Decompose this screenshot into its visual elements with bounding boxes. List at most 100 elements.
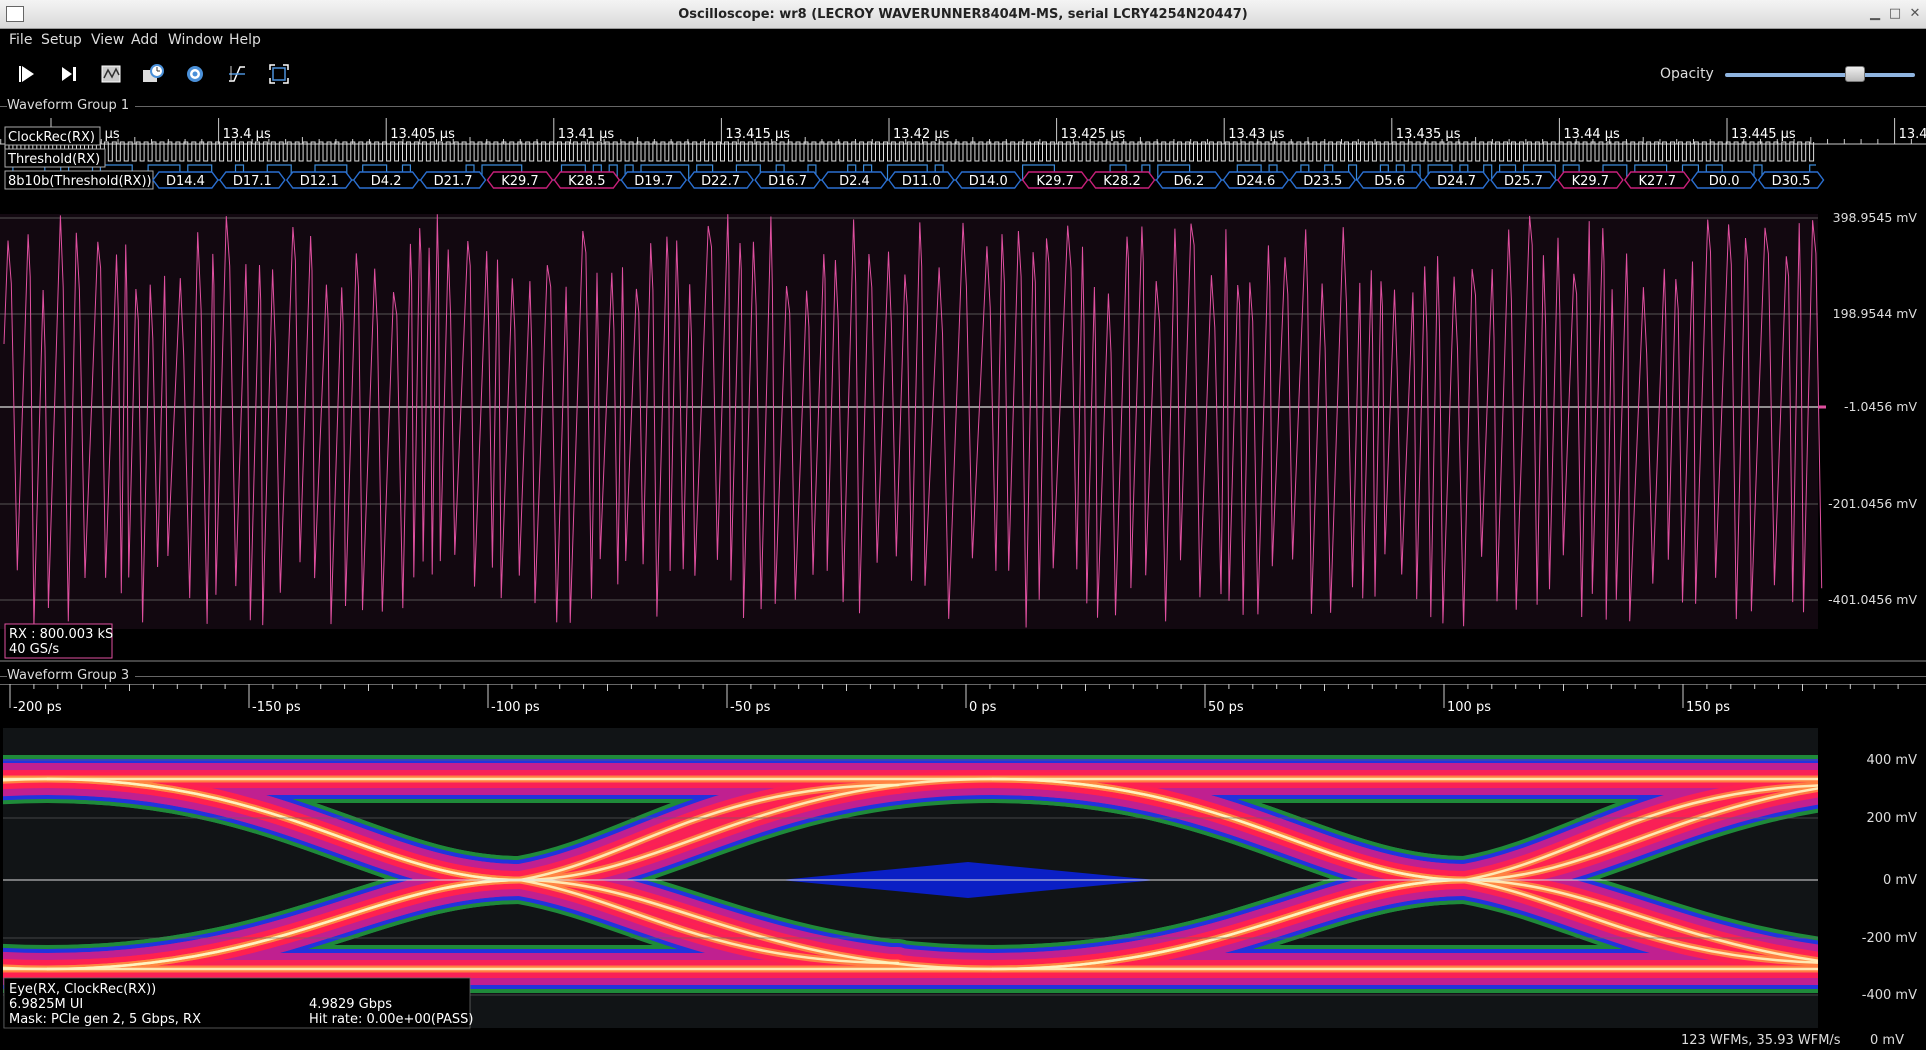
waveform-group-1[interactable]: 13.395 µs13.4 µs13.405 µs13.41 µs13.415 … (0, 114, 1926, 662)
symbol-label: D14.0 (969, 174, 1008, 189)
group3-time-label: -200 ps (13, 700, 62, 715)
group1-time-label: 13.44 µs (1563, 127, 1620, 142)
symbol-label: D21.7 (434, 174, 473, 189)
maximize-icon[interactable]: □ (1886, 5, 1904, 23)
eye-info-title: Eye(RX, ClockRec(RX)) (9, 982, 156, 997)
menu-add[interactable]: Add (131, 32, 158, 48)
group3-y-label: 0 mV (1883, 873, 1917, 888)
eye-mask-name: Mask: PCIe gen 2, 5 Gbps, RX (9, 1012, 201, 1027)
group1-time-label: 13.415 µs (725, 127, 790, 142)
channel-label: 8b10b(Threshold(RX)) (8, 174, 152, 189)
group1-time-label: 13.4 µs (223, 127, 271, 142)
menu-setup[interactable]: Setup (41, 32, 82, 48)
symbol-label: K28.2 (1103, 174, 1140, 189)
menu-view[interactable]: View (91, 32, 124, 48)
symbol-label: D22.7 (701, 174, 740, 189)
group-splitter[interactable] (0, 660, 1926, 662)
history-icon (143, 64, 164, 82)
group3-time-label: 150 ps (1686, 700, 1730, 715)
menu-help[interactable]: Help (229, 32, 261, 48)
group3-y-label: 200 mV (1866, 811, 1917, 826)
group1-header: Waveform Group 1 (0, 98, 1926, 114)
toolbar (0, 51, 1926, 96)
group3-y-label: -400 mV (1862, 988, 1917, 1003)
start-icon (19, 66, 34, 82)
group3-time-label: -50 ps (730, 700, 771, 715)
symbol-label: D5.6 (1374, 174, 1405, 189)
group1-time-label: 13.435 µs (1396, 127, 1461, 142)
menu-bar: File Setup View Add Window Help (0, 29, 1926, 51)
group3-time-label: 100 ps (1447, 700, 1491, 715)
menu-window[interactable]: Window (168, 32, 223, 48)
history-button[interactable] (138, 60, 168, 88)
group3-y-label: -200 mV (1862, 931, 1917, 946)
fullscreen-button[interactable] (264, 60, 294, 88)
symbol-label: K28.5 (568, 174, 605, 189)
group1-y-label: -1.0456 mV (1844, 399, 1917, 414)
group3-header: Waveform Group 3 (0, 668, 1926, 684)
symbol-label: D24.7 (1437, 174, 1476, 189)
eye-ui-count: 6.9825M UI (9, 997, 83, 1012)
group1-y-label: -401.0456 mV (1828, 592, 1917, 607)
channel-label: ClockRec(RX) (8, 130, 95, 145)
waveform-group-3[interactable]: -200 ps -150 ps -100 ps -50 ps 0 ps 50 ps 100 … (0, 684, 1926, 1031)
symbol-label: D11.0 (902, 174, 941, 189)
settings-icon (187, 66, 203, 82)
settings-button[interactable] (180, 60, 210, 88)
symbol-label: K29.7 (1572, 174, 1609, 189)
symbol-label: D14.4 (166, 174, 205, 189)
group1-time-label: 13.445 µs (1731, 127, 1796, 142)
trigger-edge-button[interactable] (222, 60, 252, 88)
opacity-slider[interactable] (1725, 73, 1915, 77)
symbol-label: K29.7 (501, 174, 538, 189)
single-trigger-button[interactable] (54, 60, 84, 88)
waveform-icon (101, 65, 121, 83)
close-icon[interactable]: ✕ (1906, 5, 1924, 23)
status-value: 0 mV (1870, 1033, 1904, 1048)
window-title: Oscilloscope: wr8 (LECROY WAVERUNNER8404… (678, 7, 1248, 22)
sample-count-label: RX : 800.003 kS (9, 627, 113, 642)
title-bar: Oscilloscope: wr8 (LECROY WAVERUNNER8404… (0, 0, 1926, 29)
group3-time-label: -150 ps (252, 700, 301, 715)
status-bar: 123 WFMs, 35.93 WFM/s 0 mV (0, 1031, 1926, 1050)
eye-hit-rate: Hit rate: 0.00e+00(PASS) (309, 1012, 473, 1027)
minimize-icon[interactable]: ▁ (1866, 5, 1884, 23)
group3-time-label: 0 ps (969, 700, 997, 715)
symbol-label: D4.2 (371, 174, 402, 189)
symbol-label: D24.6 (1236, 174, 1275, 189)
group1-time-label: 13.405 µs (390, 127, 455, 142)
symbol-label: D17.1 (233, 174, 272, 189)
symbol-label: D2.4 (839, 174, 870, 189)
symbol-label: D0.0 (1709, 174, 1740, 189)
fullscreen-icon (269, 64, 289, 84)
group1-y-label: 198.9544 mV (1833, 306, 1918, 321)
group1-time-label: 13.41 µs (558, 127, 615, 142)
start-button[interactable] (12, 60, 42, 88)
symbol-label: K27.7 (1639, 174, 1676, 189)
sample-rate-label: 40 GS/s (9, 642, 59, 657)
symbol-label: K29.7 (1036, 174, 1073, 189)
group1-title: Waveform Group 1 (7, 98, 136, 113)
symbol-label: D12.1 (300, 174, 339, 189)
trigger-edge-icon (229, 66, 245, 82)
opacity-slider-handle[interactable] (1845, 66, 1865, 82)
waveform-button[interactable] (96, 60, 126, 88)
symbol-label: D19.7 (634, 174, 673, 189)
single-trigger-icon (62, 67, 76, 81)
group3-y-label: 400 mV (1866, 753, 1917, 768)
group3-title: Waveform Group 3 (7, 668, 136, 683)
eye-bit-rate: 4.9829 Gbps (309, 997, 392, 1012)
group3-time-label: -100 ps (491, 700, 540, 715)
menu-file[interactable]: File (9, 32, 32, 48)
symbol-label: D30.5 (1772, 174, 1811, 189)
symbol-label: D16.7 (768, 174, 807, 189)
group1-y-label: 398.9545 mV (1833, 210, 1918, 225)
symbol-label: D6.2 (1174, 174, 1205, 189)
channel-label: Threshold(RX) (7, 152, 100, 167)
group1-time-label: 13.425 µs (1061, 127, 1126, 142)
symbol-label: D23.5 (1303, 174, 1342, 189)
opacity-label: Opacity (1660, 66, 1714, 82)
group1-time-label: 13.42 µs (893, 127, 950, 142)
group1-time-label: 13.4 (1899, 127, 1926, 142)
status-wfm-rate: 123 WFMs, 35.93 WFM/s (1681, 1033, 1841, 1048)
